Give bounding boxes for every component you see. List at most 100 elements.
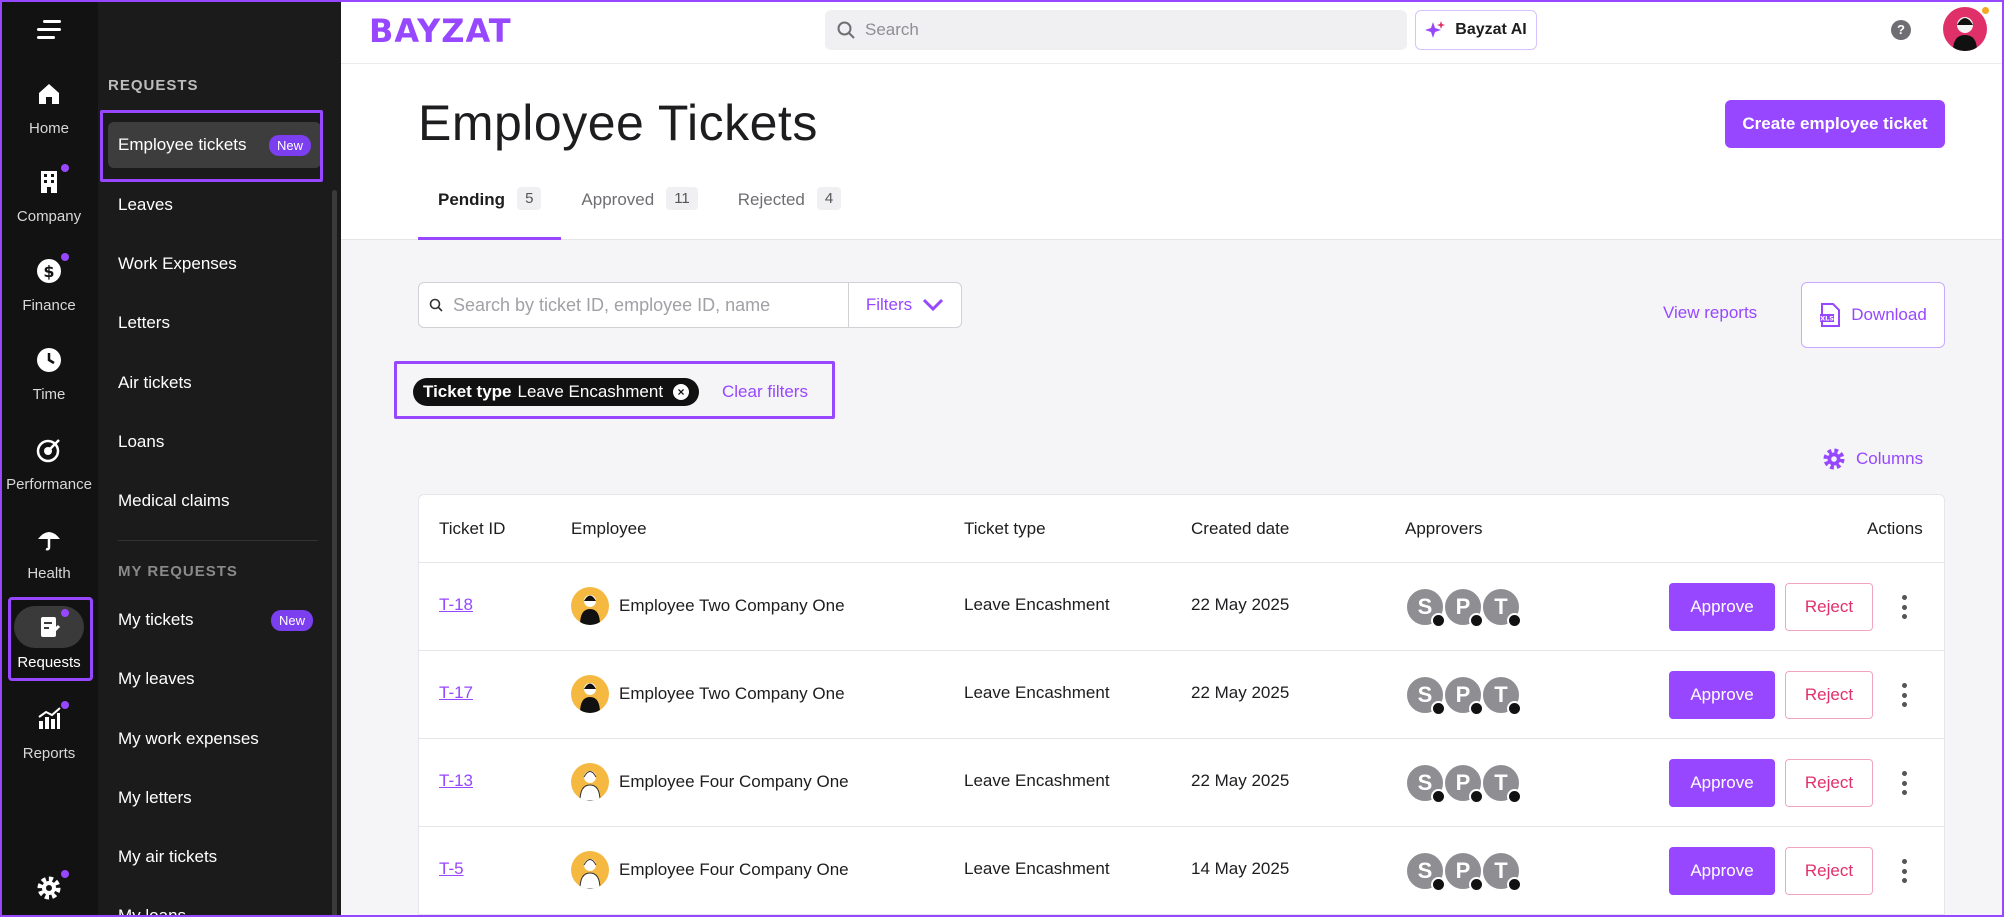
bayzat-ai-button[interactable]: Bayzat AI	[1415, 10, 1537, 50]
rail-item-home[interactable]: Home	[0, 80, 98, 137]
more-options-icon[interactable]	[1894, 859, 1914, 883]
tab-rejected[interactable]: Rejected 4	[718, 190, 861, 240]
table-row: T-17 Employee Two Company One Leave Enca…	[419, 651, 1944, 739]
view-reports-link[interactable]: View reports	[1663, 303, 1757, 323]
approver-avatar[interactable]: P	[1443, 851, 1483, 891]
approver-avatar[interactable]: P	[1443, 587, 1483, 627]
pending-clock-icon	[1431, 789, 1446, 804]
approve-button[interactable]: Approve	[1669, 671, 1775, 719]
sidebar-item-loans[interactable]: Loans	[118, 419, 323, 465]
rail-label: Time	[0, 386, 98, 403]
reject-button[interactable]: Reject	[1785, 759, 1873, 807]
rail-item-health[interactable]: Health	[0, 525, 98, 582]
approve-button[interactable]: Approve	[1669, 847, 1775, 895]
rail-item-settings[interactable]	[0, 874, 98, 906]
rail-item-time[interactable]: Time	[0, 346, 98, 403]
approvers: S P T	[1405, 675, 1519, 715]
ticket-id-link[interactable]: T-13	[439, 771, 473, 791]
approver-avatar[interactable]: S	[1405, 675, 1445, 715]
approver-avatar[interactable]: S	[1405, 851, 1445, 891]
sidebar-item-leaves[interactable]: Leaves	[118, 182, 323, 228]
approve-button[interactable]: Approve	[1669, 583, 1775, 631]
sidebar-item-medical-claims[interactable]: Medical claims	[118, 478, 323, 524]
approver-avatar[interactable]: P	[1443, 675, 1483, 715]
sidebar-item-air-tickets[interactable]: Air tickets	[118, 360, 323, 406]
global-search[interactable]	[825, 10, 1407, 50]
tab-pending[interactable]: Pending 5	[418, 190, 561, 240]
ticket-search[interactable]	[418, 282, 849, 328]
chip-value: Leave Encashment	[518, 382, 664, 402]
close-icon[interactable]: ×	[673, 384, 689, 400]
sidebar-item-label: My tickets	[118, 610, 194, 630]
create-employee-ticket-button[interactable]: Create employee ticket	[1725, 100, 1945, 148]
user-avatar-icon	[1943, 7, 1987, 51]
ticket-type: Leave Encashment	[964, 683, 1110, 703]
sidebar-item-my-letters[interactable]: My letters	[118, 775, 323, 821]
columns-label: Columns	[1856, 449, 1923, 469]
menu-icon[interactable]	[37, 20, 63, 40]
approver-avatar[interactable]: T	[1481, 851, 1521, 891]
more-options-icon[interactable]	[1894, 683, 1914, 707]
ticket-search-input[interactable]	[453, 295, 833, 316]
pending-clock-icon	[1431, 701, 1446, 716]
sidebar-item-my-loans[interactable]: My loans	[118, 893, 323, 917]
approver-initial: S	[1418, 770, 1433, 796]
tab-approved[interactable]: Approved 11	[561, 190, 717, 240]
global-search-input[interactable]	[865, 20, 1365, 40]
employee-name: Employee Two Company One	[619, 684, 845, 704]
filter-chip[interactable]: Ticket type Leave Encashment ×	[413, 378, 699, 406]
sidebar-item-work-expenses[interactable]: Work Expenses	[118, 241, 323, 287]
column-header: Ticket type	[964, 519, 1046, 539]
avatar[interactable]	[1943, 7, 1987, 51]
download-button[interactable]: XLS Download	[1801, 282, 1945, 348]
clear-filters-link[interactable]: Clear filters	[722, 382, 808, 402]
help-icon[interactable]: ?	[1891, 20, 1911, 40]
bayzat-logo[interactable]: BAYZAT	[369, 12, 512, 50]
icon-rail: Home Company $ Finance Time Performance …	[0, 0, 98, 917]
reject-button[interactable]: Reject	[1785, 671, 1873, 719]
employee-cell: Employee Four Company One	[571, 851, 849, 889]
rail-item-performance[interactable]: Performance	[0, 436, 98, 493]
more-options-icon[interactable]	[1894, 595, 1914, 619]
sidebar-item-my-tickets[interactable]: My tickets New	[118, 597, 323, 643]
sidebar-scrollbar[interactable]	[332, 190, 337, 917]
sidebar-item-my-work-expenses[interactable]: My work expenses	[118, 716, 323, 762]
sidebar-item-label: Air tickets	[118, 373, 192, 393]
rail-item-finance[interactable]: $ Finance	[0, 257, 98, 314]
sidebar-item-my-air-tickets[interactable]: My air tickets	[118, 834, 323, 880]
tab-label: Approved	[581, 190, 654, 210]
person-icon	[571, 763, 609, 801]
approve-button[interactable]: Approve	[1669, 759, 1775, 807]
more-options-icon[interactable]	[1894, 771, 1914, 795]
approver-avatar[interactable]: T	[1481, 675, 1521, 715]
approver-initial: S	[1418, 682, 1433, 708]
approver-initial: S	[1418, 858, 1433, 884]
reject-button[interactable]: Reject	[1785, 847, 1873, 895]
sidebar-item-my-leaves[interactable]: My leaves	[118, 656, 323, 702]
columns-button[interactable]: Columns	[1822, 447, 1923, 471]
sidebar-item-letters[interactable]: Letters	[118, 300, 323, 346]
approver-avatar[interactable]: T	[1481, 587, 1521, 627]
person-icon	[571, 587, 609, 625]
ticket-type: Leave Encashment	[964, 595, 1110, 615]
page-title: Employee Tickets	[418, 94, 818, 152]
rail-label: Home	[0, 120, 98, 137]
filters-button[interactable]: Filters	[848, 282, 962, 328]
notification-dot	[61, 164, 69, 172]
pending-clock-icon	[1507, 789, 1522, 804]
approvers: S P T	[1405, 587, 1519, 627]
approver-initial: P	[1456, 594, 1471, 620]
ticket-id-link[interactable]: T-18	[439, 595, 473, 615]
approver-avatar[interactable]: S	[1405, 763, 1445, 803]
reject-button[interactable]: Reject	[1785, 583, 1873, 631]
column-header: Actions	[1867, 519, 1923, 539]
ticket-id-link[interactable]: T-17	[439, 683, 473, 703]
approver-avatar[interactable]: S	[1405, 587, 1445, 627]
created-date: 22 May 2025	[1191, 595, 1289, 615]
rail-item-company[interactable]: Company	[0, 168, 98, 225]
approver-avatar[interactable]: P	[1443, 763, 1483, 803]
rail-item-reports[interactable]: Reports	[0, 705, 98, 762]
person-icon	[571, 851, 609, 889]
ticket-id-link[interactable]: T-5	[439, 859, 464, 879]
approver-avatar[interactable]: T	[1481, 763, 1521, 803]
